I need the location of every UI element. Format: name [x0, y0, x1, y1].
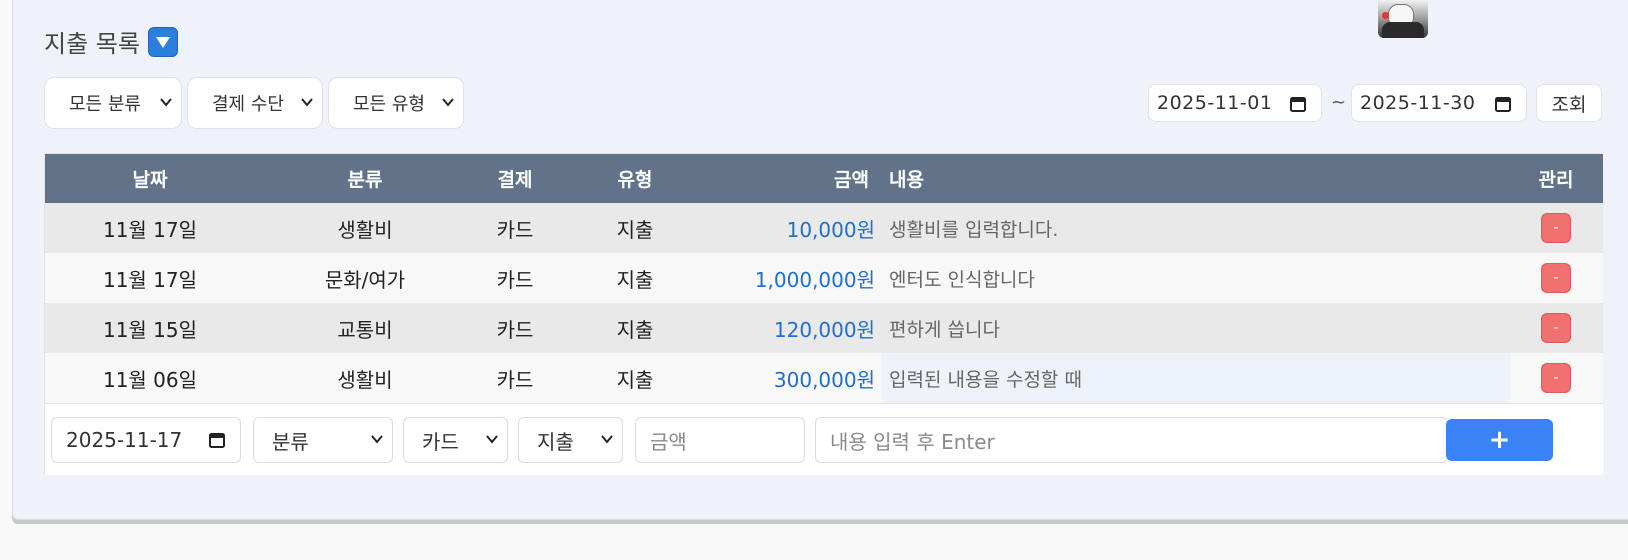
- cell-type: 지출: [616, 317, 654, 342]
- cell-amount: 120,000원: [773, 317, 875, 342]
- header-payment: 결제: [497, 169, 533, 191]
- cell-payment: 카드: [496, 317, 534, 342]
- delete-button[interactable]: -: [1541, 213, 1571, 243]
- delete-button[interactable]: -: [1541, 313, 1571, 343]
- cell-amount: 10,000원: [786, 217, 875, 242]
- expense-table: 날짜 분류 결제 유형 금액 내용 관리 11월 17일 생활비 카드 지출 1…: [44, 153, 1603, 475]
- new-entry-row: 2025-11-17 분류 카드 지출 금액 내용 입력 후 Enter +: [45, 403, 1603, 475]
- amount-placeholder: 금액: [650, 429, 687, 454]
- cell-payment: 카드: [496, 267, 534, 292]
- range-separator: ~: [1331, 92, 1347, 113]
- cell-memo[interactable]: 생활비를 입력합니다.: [881, 203, 1511, 253]
- date-to-input[interactable]: 2025-11-30: [1351, 84, 1527, 122]
- table-row[interactable]: 11월 17일 생활비 카드 지출 10,000원 생활비를 입력합니다. -: [45, 203, 1603, 253]
- add-button[interactable]: +: [1446, 419, 1553, 461]
- cell-date: 11월 17일: [102, 217, 198, 242]
- chevron-down-icon: [601, 435, 613, 444]
- table-row[interactable]: 11월 17일 문화/여가 카드 지출 1,000,000원 엔터도 인식합니다…: [45, 253, 1603, 303]
- cell-date: 11월 17일: [102, 267, 198, 292]
- cell-payment: 카드: [496, 367, 534, 392]
- chevron-down-icon: [442, 98, 454, 107]
- title-row: 지출 목록: [44, 24, 178, 59]
- new-category-select[interactable]: 분류: [253, 417, 393, 463]
- date-to-value: 2025-11-30: [1360, 92, 1476, 114]
- header-type: 유형: [617, 169, 653, 191]
- cell-category: 생활비: [337, 217, 393, 242]
- type-filter-value: 모든 유형: [353, 94, 425, 115]
- cell-date: 11월 06일: [102, 367, 198, 392]
- calendar-icon[interactable]: [208, 431, 226, 449]
- category-filter-select[interactable]: 모든 분류: [44, 77, 182, 129]
- new-date-value: 2025-11-17: [66, 428, 183, 452]
- table-row[interactable]: 11월 06일 생활비 카드 지출 300,000원 입력된 내용을 수정할 때…: [45, 353, 1603, 403]
- header-category: 분류: [347, 169, 383, 191]
- cell-type: 지출: [616, 267, 654, 292]
- category-filter-value: 모든 분류: [69, 94, 141, 115]
- cell-amount: 1,000,000원: [754, 267, 875, 292]
- calendar-icon[interactable]: [1494, 95, 1512, 113]
- cell-category: 교통비: [337, 317, 393, 342]
- header-manage: 관리: [1538, 169, 1574, 191]
- delete-button[interactable]: -: [1541, 363, 1571, 393]
- header-amount: 금액: [834, 169, 869, 191]
- chevron-down-icon: [371, 435, 383, 444]
- cell-category: 생활비: [337, 367, 393, 392]
- table-row[interactable]: 11월 15일 교통비 카드 지출 120,000원 편하게 씁니다 -: [45, 303, 1603, 353]
- new-amount-input[interactable]: 금액: [635, 417, 805, 463]
- cell-type: 지출: [616, 367, 654, 392]
- triangle-down-icon[interactable]: [147, 26, 178, 57]
- query-button[interactable]: 조회: [1536, 84, 1602, 122]
- header-date: 날짜: [132, 169, 168, 191]
- table-header: 날짜 분류 결제 유형 금액 내용 관리: [45, 154, 1603, 203]
- cell-memo[interactable]: 엔터도 인식합니다: [881, 253, 1511, 303]
- chevron-down-icon: [486, 435, 498, 444]
- avatar: [1378, 0, 1428, 38]
- cell-category: 문화/여가: [324, 267, 406, 292]
- new-date-input[interactable]: 2025-11-17: [51, 417, 241, 463]
- date-from-value: 2025-11-01: [1157, 92, 1273, 114]
- type-filter-select[interactable]: 모든 유형: [328, 77, 464, 129]
- new-category-value: 분류: [272, 429, 309, 454]
- payment-filter-value: 결제 수단: [212, 94, 284, 115]
- chevron-down-icon: [301, 98, 313, 107]
- payment-filter-select[interactable]: 결제 수단: [187, 77, 323, 129]
- new-memo-input[interactable]: 내용 입력 후 Enter: [815, 417, 1448, 463]
- cell-date: 11월 15일: [102, 317, 198, 342]
- cell-memo-editing[interactable]: 입력된 내용을 수정할 때: [881, 353, 1511, 403]
- cell-type: 지출: [616, 217, 654, 242]
- cell-payment: 카드: [496, 217, 534, 242]
- chevron-down-icon: [160, 98, 172, 107]
- delete-button[interactable]: -: [1541, 263, 1571, 293]
- cell-memo[interactable]: 편하게 씁니다: [881, 303, 1511, 353]
- new-type-select[interactable]: 지출: [518, 417, 623, 463]
- cell-amount: 300,000원: [773, 367, 875, 392]
- header-memo: 내용: [889, 169, 924, 191]
- new-type-value: 지출: [537, 429, 574, 454]
- new-payment-select[interactable]: 카드: [403, 417, 508, 463]
- new-payment-value: 카드: [422, 429, 459, 454]
- page-title: 지출 목록: [44, 30, 140, 58]
- calendar-icon[interactable]: [1289, 95, 1307, 113]
- date-from-input[interactable]: 2025-11-01: [1148, 84, 1322, 122]
- memo-placeholder: 내용 입력 후 Enter: [830, 429, 995, 454]
